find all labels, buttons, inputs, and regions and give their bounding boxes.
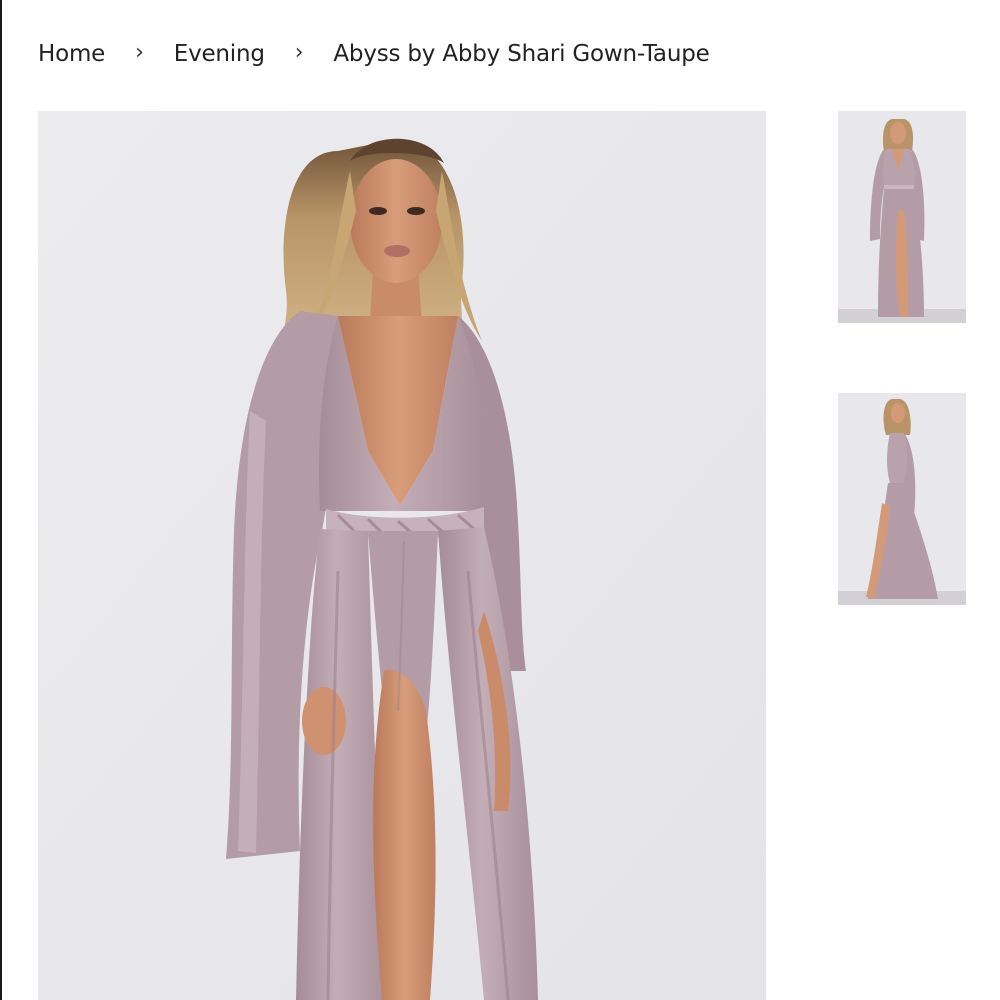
breadcrumb-home-link[interactable]: Home — [38, 41, 105, 67]
breadcrumb-evening-link[interactable]: Evening — [174, 41, 265, 67]
main-product-image[interactable] — [38, 111, 766, 1000]
chevron-right-icon: › — [135, 39, 144, 65]
main-product-photo — [38, 111, 766, 1000]
thumbnail-photo-front — [838, 111, 966, 323]
product-page: Home › Evening › Abyss by Abby Shari Gow… — [0, 0, 1000, 1000]
product-thumbnail-front[interactable] — [838, 111, 966, 323]
breadcrumb-current-product: Abyss by Abby Shari Gown-Taupe — [333, 41, 710, 67]
chevron-right-icon: › — [294, 39, 304, 65]
product-thumbnail-side[interactable] — [838, 393, 966, 605]
thumbnail-photo-side — [838, 393, 966, 605]
breadcrumb: Home › Evening › Abyss by Abby Shari Gow… — [38, 38, 710, 70]
